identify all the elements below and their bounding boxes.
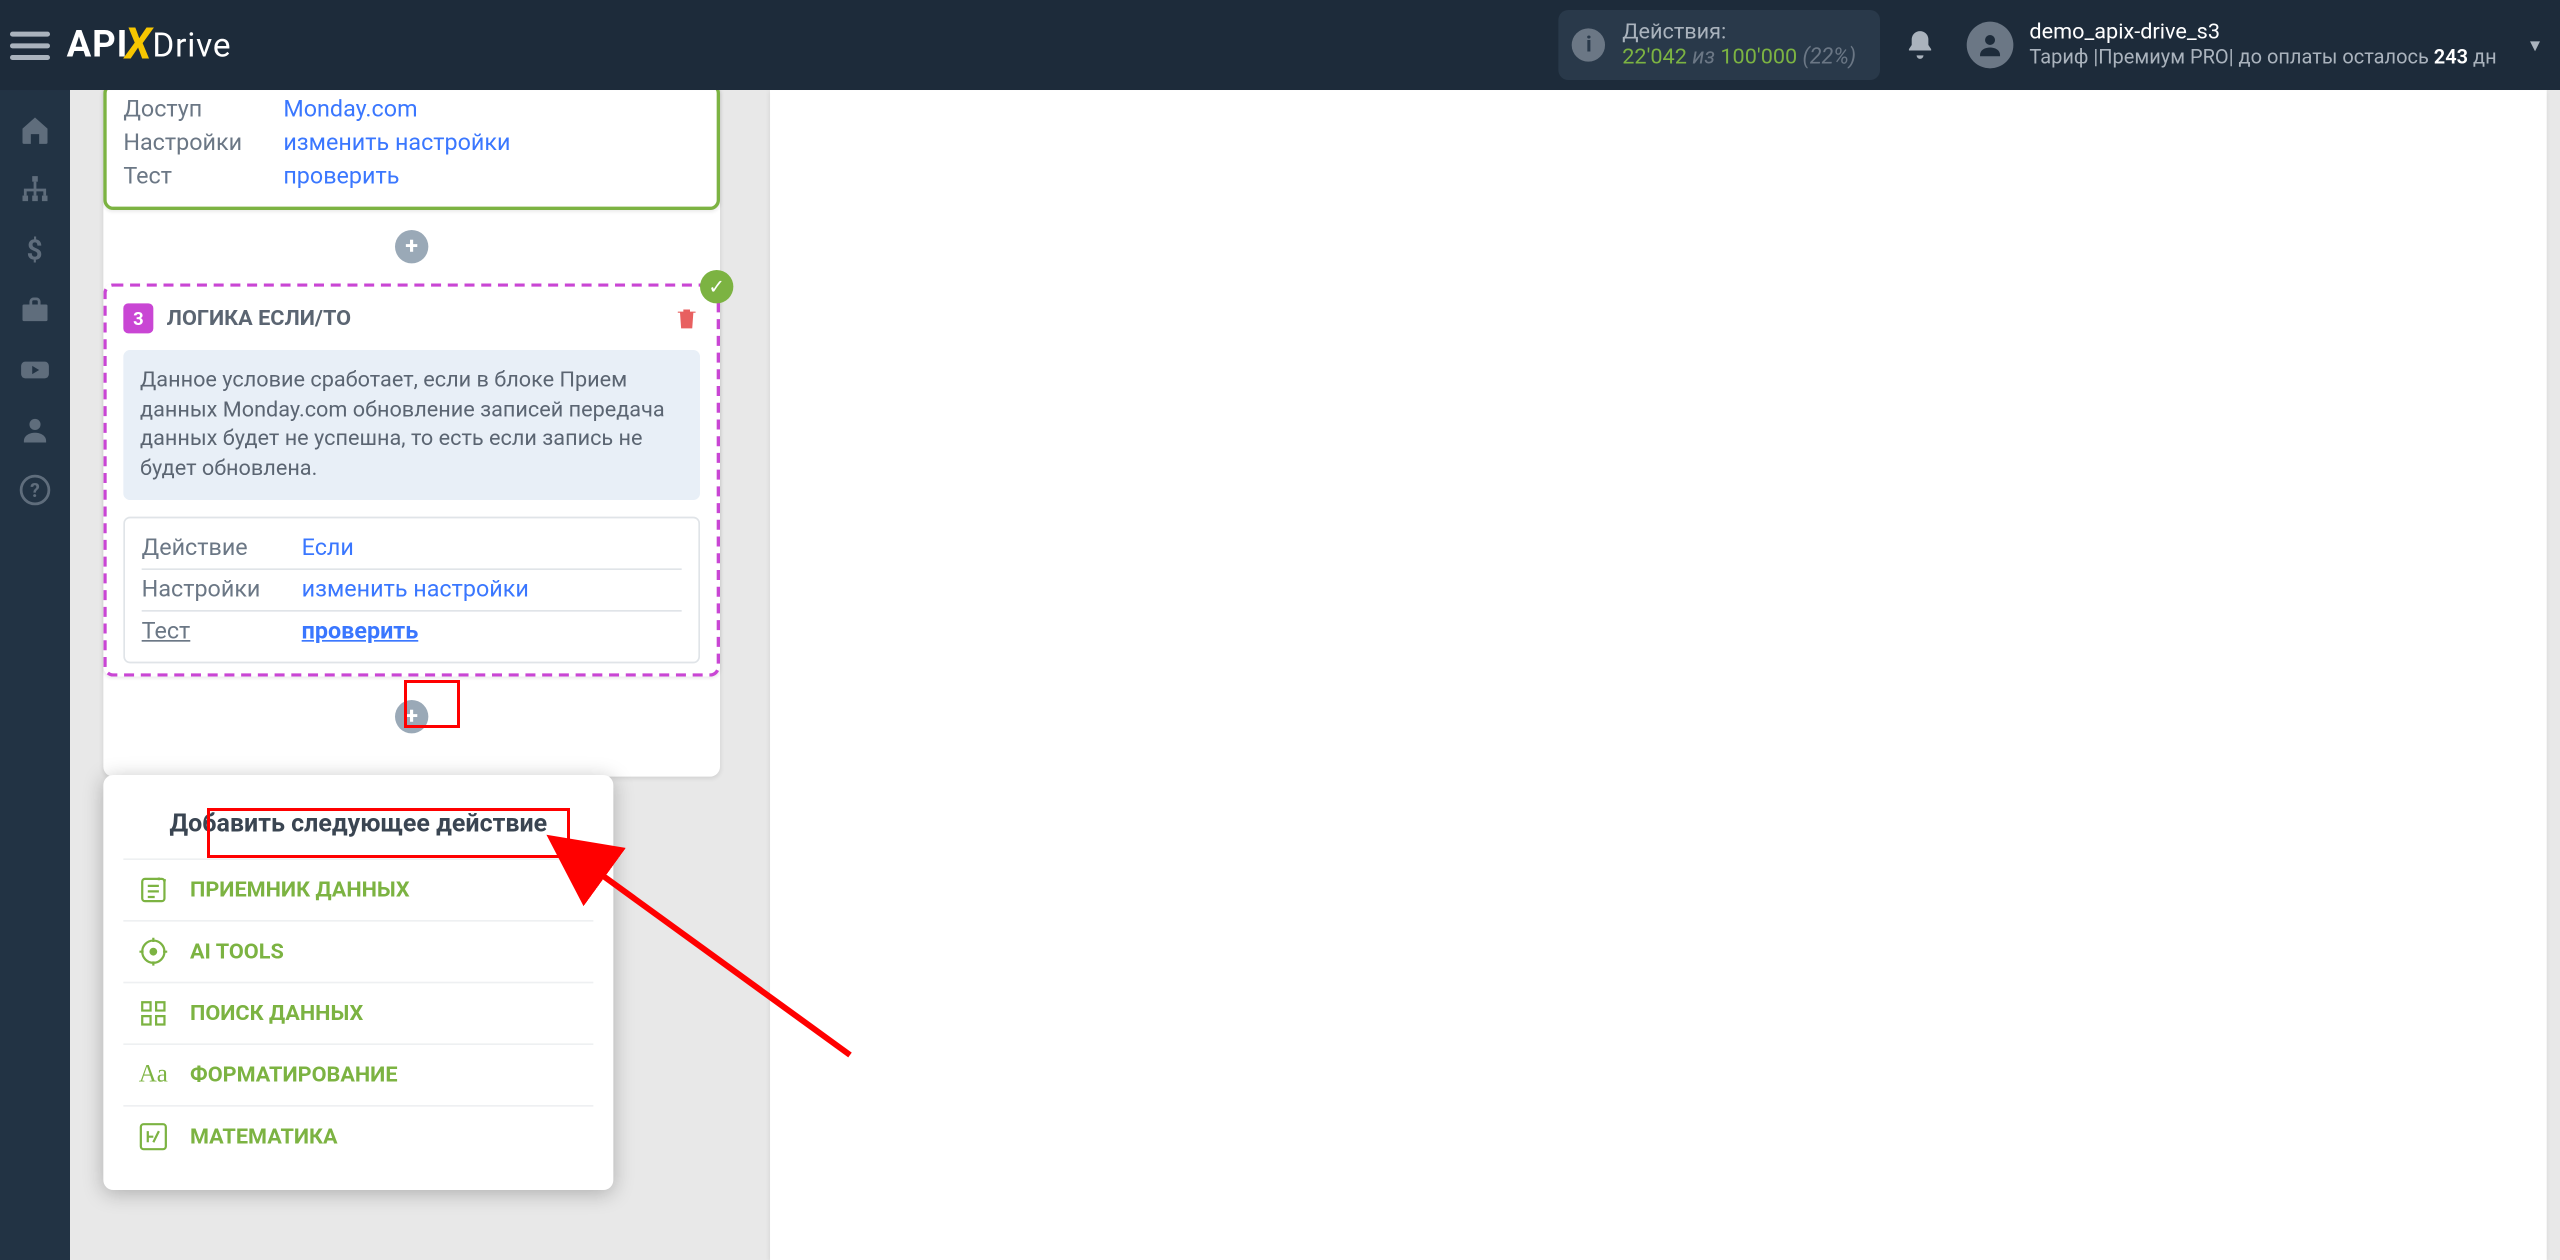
logo-text-drive: Drive: [152, 25, 231, 65]
receiver-icon: [137, 873, 170, 906]
dropdown-item-search[interactable]: ПОИСК ДАННЫХ: [123, 982, 593, 1044]
briefcase-icon[interactable]: [18, 293, 51, 326]
logo-text-api: API: [67, 24, 129, 66]
test-label-2: Тест: [142, 619, 275, 646]
step-block-logic-wrap: ✓ 3 ЛОГИКА ЕСЛИ/ТО Данное условие сработ…: [103, 283, 720, 677]
search-data-icon: [137, 997, 170, 1030]
profile-area[interactable]: demo_apix-drive_s3 Тариф |Премиум PRO| д…: [1966, 20, 2497, 70]
info-icon: i: [1572, 28, 1605, 61]
action-dropdown: Добавить следующее действие ПРИЕМНИК ДАН…: [103, 775, 613, 1190]
test-link-2[interactable]: проверить: [302, 619, 419, 646]
dropdown-item-math[interactable]: МАТЕМАТИКА: [123, 1105, 593, 1167]
dd-label: ФОРМАТИРОВАНИЕ: [190, 1063, 398, 1088]
ai-icon: [137, 935, 170, 968]
svg-text:$: $: [27, 234, 43, 267]
svg-text:?: ?: [30, 479, 40, 502]
app-header: API X Drive i Действия: 22'042 из 100'00…: [0, 0, 2560, 90]
trash-icon[interactable]: [673, 305, 700, 332]
access-label: Доступ: [123, 97, 256, 124]
info-text: Данное условие сработает, если в блоке П…: [123, 350, 700, 500]
add-step-button-2[interactable]: +: [395, 700, 428, 733]
row-access: Доступ Monday.com: [123, 93, 700, 126]
step-title: ЛОГИКА ЕСЛИ/ТО: [167, 306, 351, 331]
action-label: Действие: [142, 535, 275, 562]
settings-label: Настройки: [123, 130, 256, 157]
access-link[interactable]: Monday.com: [283, 97, 417, 124]
logo-x-icon: X: [125, 20, 153, 70]
dropdown-item-ai[interactable]: AI TOOLS: [123, 920, 593, 982]
dd-label: AI TOOLS: [190, 939, 284, 964]
dd-label: МАТЕМАТИКА: [190, 1124, 338, 1149]
row-test: Тест проверить: [123, 160, 700, 193]
add-step-button-1[interactable]: +: [395, 230, 428, 263]
step-details: Действие Если Настройки изменить настрой…: [123, 517, 700, 664]
help-icon[interactable]: ?: [18, 473, 51, 506]
step-block-data-source: Доступ Monday.com Настройки изменить нас…: [103, 83, 720, 210]
actions-counter[interactable]: i Действия: 22'042 из 100'000 (22%): [1559, 10, 1880, 80]
logo[interactable]: API X Drive: [67, 20, 232, 70]
actions-count: 22'042 из 100'000 (22%): [1622, 45, 1856, 70]
connections-icon[interactable]: [18, 173, 51, 206]
menu-button[interactable]: [10, 25, 50, 65]
bell-icon[interactable]: [1903, 28, 1936, 61]
workflow-column: Доступ Monday.com Настройки изменить нас…: [103, 83, 720, 777]
home-icon[interactable]: [18, 113, 51, 146]
dd-label: ПРИЕМНИК ДАННЫХ: [190, 878, 410, 903]
main-area: Доступ Monday.com Настройки изменить нас…: [70, 90, 2560, 1260]
row-settings: Настройки изменить настройки: [123, 127, 700, 160]
dd-label: ПОИСК ДАННЫХ: [190, 1001, 363, 1026]
settings-label-2: Настройки: [142, 577, 275, 604]
user-name: demo_apix-drive_s3: [2029, 20, 2496, 45]
settings-link-2[interactable]: изменить настройки: [302, 577, 529, 604]
step-block-logic: 3 ЛОГИКА ЕСЛИ/ТО Данное условие сработае…: [103, 283, 720, 677]
dollar-icon[interactable]: $: [18, 233, 51, 266]
avatar-icon: [1966, 22, 2013, 69]
content-panel: [770, 90, 2547, 1260]
action-link[interactable]: Если: [302, 535, 354, 562]
chevron-down-icon[interactable]: ▾: [2497, 33, 2540, 56]
test-link[interactable]: проверить: [283, 163, 399, 190]
step-number: 3: [123, 303, 153, 333]
test-label: Тест: [123, 163, 256, 190]
youtube-icon[interactable]: [18, 353, 51, 386]
settings-link[interactable]: изменить настройки: [283, 130, 510, 157]
dropdown-item-format[interactable]: Aa ФОРМАТИРОВАНИЕ: [123, 1043, 593, 1105]
dropdown-heading: Добавить следующее действие: [123, 808, 593, 858]
actions-label: Действия:: [1622, 20, 1856, 45]
tariff-line: Тариф |Премиум PRO| до оплаты осталось 2…: [2029, 45, 2496, 70]
sidebar: $ ?: [0, 90, 70, 1260]
check-icon: ✓: [700, 270, 733, 303]
dropdown-item-receiver[interactable]: ПРИЕМНИК ДАННЫХ: [123, 858, 593, 920]
user-icon[interactable]: [18, 413, 51, 446]
math-icon: [137, 1120, 170, 1153]
format-icon: Aa: [137, 1058, 170, 1091]
